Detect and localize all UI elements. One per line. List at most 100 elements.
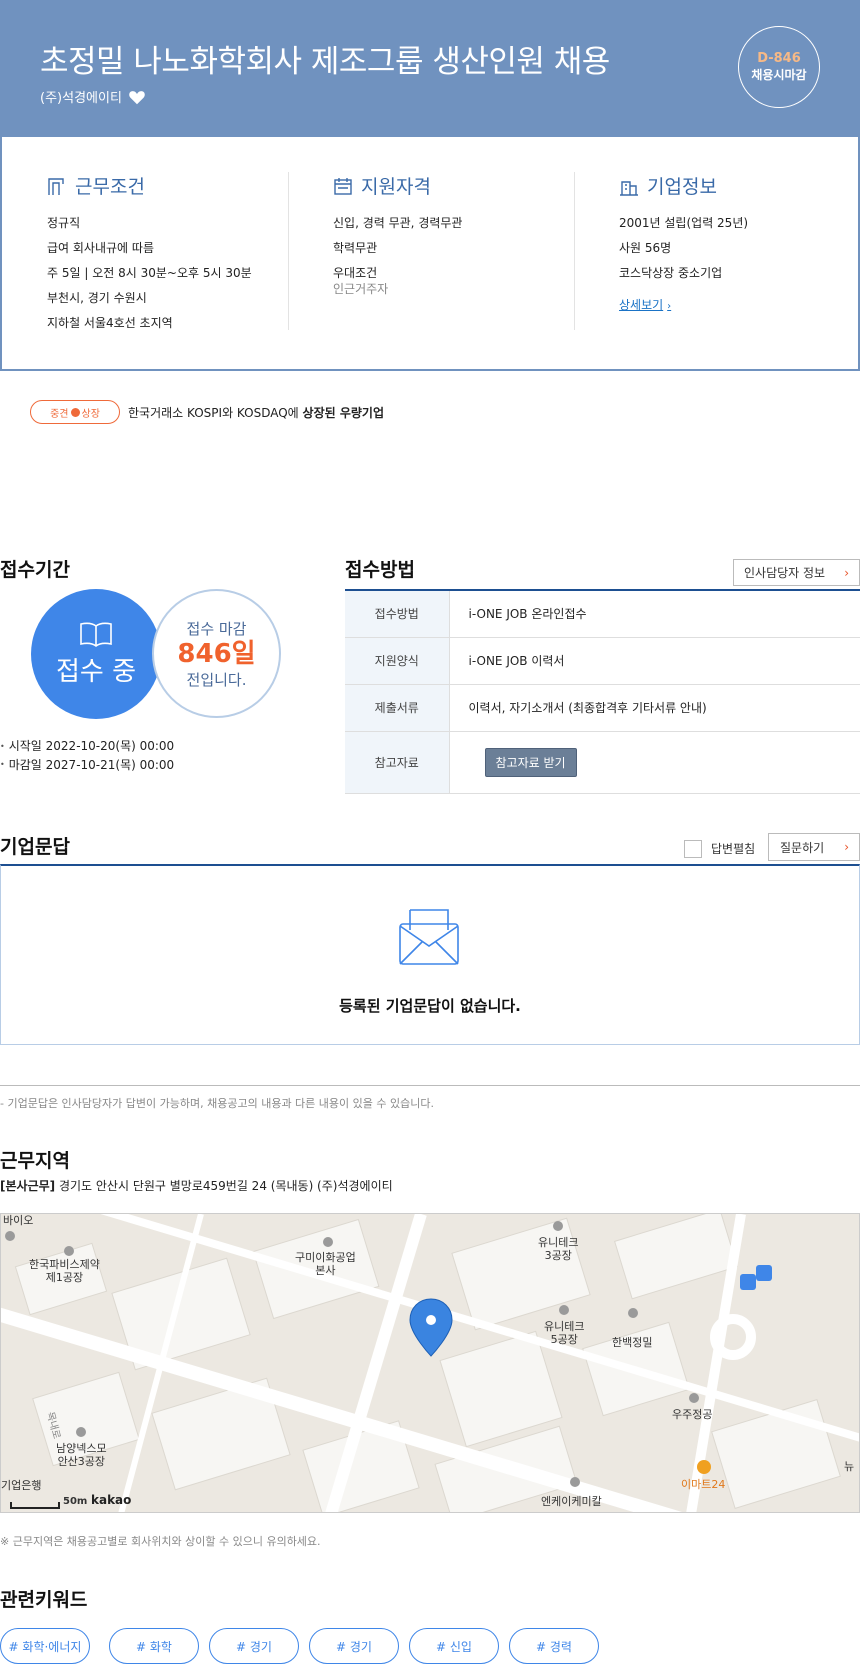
keyword-tag[interactable]: # 신입 [409, 1628, 499, 1664]
method-table: 접수방법 i-ONE JOB 온라인접수 지원양식 i-ONE JOB 이력서 … [345, 589, 860, 794]
qa-notice: - 기업문답은 인사담당자가 답변이 가능하며, 채용공고의 내용과 다른 내용… [0, 1097, 434, 1110]
company-detail-label[interactable]: 상세보기 [619, 298, 663, 312]
map-poi-label: 기업은행 [1, 1479, 42, 1492]
badge-right-text: 상장 [81, 408, 100, 420]
method-key: 참고자료 [345, 731, 450, 794]
address-tag: [본사근무] [0, 1179, 56, 1193]
work-condition-item: 주 5일 | 오전 8시 30분~오후 5시 30분 [47, 266, 252, 280]
company-type-badge: 중견 상장 [30, 400, 120, 424]
location-heading: 근무지역 [0, 1150, 70, 1172]
badge-dot [70, 407, 80, 417]
heart-icon[interactable] [128, 89, 146, 105]
keyword-tag[interactable]: # 화학 [109, 1628, 199, 1664]
map-poi-label: 우주정공 [672, 1408, 713, 1421]
building-flag-icon [48, 177, 64, 195]
method-value: 이력서, 자기소개서 (최종합격후 기타서류 안내) [449, 684, 860, 732]
hr-contact-label: 인사담당자 정보 [744, 566, 826, 580]
address-text: 경기도 안산시 단원구 별망로459번길 24 (목내동) (주)석경에이티 [55, 1179, 393, 1193]
deadline-label: 접수 마감 [186, 619, 247, 638]
job-title: 초정밀 나노화학회사 제조그룹 생산인원 채용 [40, 44, 610, 80]
method-heading: 접수방법 [345, 559, 415, 581]
map-poi-label: 뉴 [844, 1460, 855, 1473]
calendar-icon [334, 177, 352, 195]
divider [574, 172, 575, 330]
status-circle: 접수 중 [31, 589, 161, 719]
method-value: i-ONE JOB 온라인접수 [449, 590, 860, 638]
work-conditions-section: 근무조건 정규직 급여 회사내규에 따름 주 5일 | 오전 8시 30분~오후… [47, 172, 252, 336]
dday-label: 채용시마감 [751, 68, 807, 82]
chevron-right-icon: › [844, 565, 849, 580]
badge-left-text: 중견 [50, 408, 69, 420]
company-info-title: 기업정보 [647, 176, 717, 198]
expand-answers-checkbox[interactable] [684, 840, 702, 858]
deadline-circle: 접수 마감 846일 전입니다. [152, 589, 281, 718]
method-key: 지원양식 [345, 637, 450, 685]
preferred-detail: 인근거주자 [333, 282, 389, 296]
dday-count: D-846 [757, 51, 801, 66]
company-info-item: 코스닥상장 중소기업 [619, 266, 723, 280]
table-row: 참고자료 참고자료 받기 [345, 731, 860, 794]
keyword-tag[interactable]: # 화학·에너지 [0, 1628, 90, 1664]
tagline-bold-text: 상장된 우량기업 [302, 406, 384, 420]
table-row: 지원양식 i-ONE JOB 이력서 [345, 637, 860, 685]
keywords-heading: 관련키워드 [0, 1589, 88, 1611]
map-poi-label: 구미이화공업 본사 [295, 1251, 356, 1277]
method-value: 참고자료 받기 [449, 731, 860, 794]
map-poi-label: 한백정밀 [612, 1336, 653, 1349]
work-address: [본사근무] 경기도 안산시 단원구 별망로459번길 24 (목내동) (주)… [0, 1177, 393, 1194]
open-book-icon [80, 622, 112, 647]
method-value: i-ONE JOB 이력서 [449, 637, 860, 685]
map-poi-label: 바이오 [3, 1214, 34, 1227]
company-name[interactable]: (주)석경에이티 [40, 87, 122, 106]
map-poi-label: 유니테크 5공장 [544, 1320, 585, 1346]
keyword-tag[interactable]: # 경력 [509, 1628, 599, 1664]
start-date: 시작일 2022-10-20(목) 00:00 [0, 737, 174, 756]
map-scale-label: 50m [63, 1496, 88, 1507]
qualifications-title: 지원자격 [361, 176, 431, 198]
expand-answers-label[interactable]: 답변펼침 [711, 840, 755, 857]
company-info-item: 사원 56명 [619, 241, 672, 255]
badge-description: 한국거래소 KOSPI와 KOSDAQ에 상장된 우량기업 [128, 404, 384, 421]
map-notice: ※ 근무지역은 채용공고별로 회사위치와 상이할 수 있으니 유의하세요. [0, 1535, 321, 1548]
qualification-item: 신입, 경력 무관, 경력무관 [333, 216, 463, 230]
divider [0, 1085, 860, 1086]
chevron-right-icon: › [844, 840, 849, 854]
job-header: 초정밀 나노화학회사 제조그룹 생산인원 채용 (주)석경에이티 D-846 채… [0, 0, 860, 137]
table-row: 제출서류 이력서, 자기소개서 (최종합격후 기타서류 안내) [345, 684, 860, 732]
company-detail-link[interactable]: 상세보기 › [619, 296, 671, 313]
ask-question-label: 질문하기 [780, 840, 825, 855]
company-name-row: (주)석경에이티 [40, 87, 146, 106]
map-poi-label: 남양넥스모 안산3공장 [56, 1442, 107, 1468]
work-condition-item: 급여 회사내규에 따름 [47, 241, 154, 255]
office-building-icon [620, 180, 638, 196]
tagline-text: 한국거래소 KOSPI와 KOSDAQ에 [128, 406, 303, 420]
map-provider-logo[interactable]: kakao [91, 1494, 131, 1507]
period-dates: 시작일 2022-10-20(목) 00:00 마감일 2027-10-21(목… [0, 737, 174, 774]
work-conditions-title: 근무조건 [75, 176, 145, 198]
work-condition-item: 부천시, 경기 수원시 [47, 291, 147, 305]
period-heading: 접수기간 [0, 559, 70, 581]
qualification-item: 학력무관 [333, 241, 378, 255]
map-canvas [1, 1214, 859, 1512]
divider [288, 172, 289, 330]
map-poi-label: 엔케이케미칼 [541, 1495, 602, 1508]
dday-badge: D-846 채용시마감 [738, 26, 820, 108]
qa-heading: 기업문답 [0, 836, 70, 858]
download-reference-button[interactable]: 참고자료 받기 [484, 747, 577, 777]
ask-question-button[interactable]: 질문하기 › [768, 833, 860, 861]
map-poi-label: 유니테크 3공장 [538, 1236, 579, 1262]
qualifications-heading: 지원자격 [333, 172, 462, 199]
keyword-tag[interactable]: # 경기 [209, 1628, 299, 1664]
envelope-icon [399, 909, 459, 965]
status-text: 접수 중 [55, 656, 137, 687]
company-info-section: 기업정보 2001년 설립(업력 25년) 사원 56명 코스닥상장 중소기업 … [619, 172, 748, 313]
location-map[interactable]: 바이오 한국파비스제약 제1공장 구미이화공업 본사 유니테크 3공장 유니테크… [0, 1213, 860, 1513]
map-poi-label: 이마트24 [681, 1478, 726, 1491]
company-info-item: 2001년 설립(업력 25년) [619, 216, 749, 230]
keyword-tag[interactable]: # 경기 [309, 1628, 399, 1664]
qa-empty-message: 등록된 기업문답이 없습니다. [339, 997, 521, 1015]
work-condition-item: 정규직 [47, 216, 81, 230]
deadline-days: 846일 [177, 638, 256, 669]
hr-contact-button[interactable]: 인사담당자 정보 › [733, 559, 860, 586]
work-condition-item: 지하철 서울4호선 초지역 [47, 316, 173, 330]
